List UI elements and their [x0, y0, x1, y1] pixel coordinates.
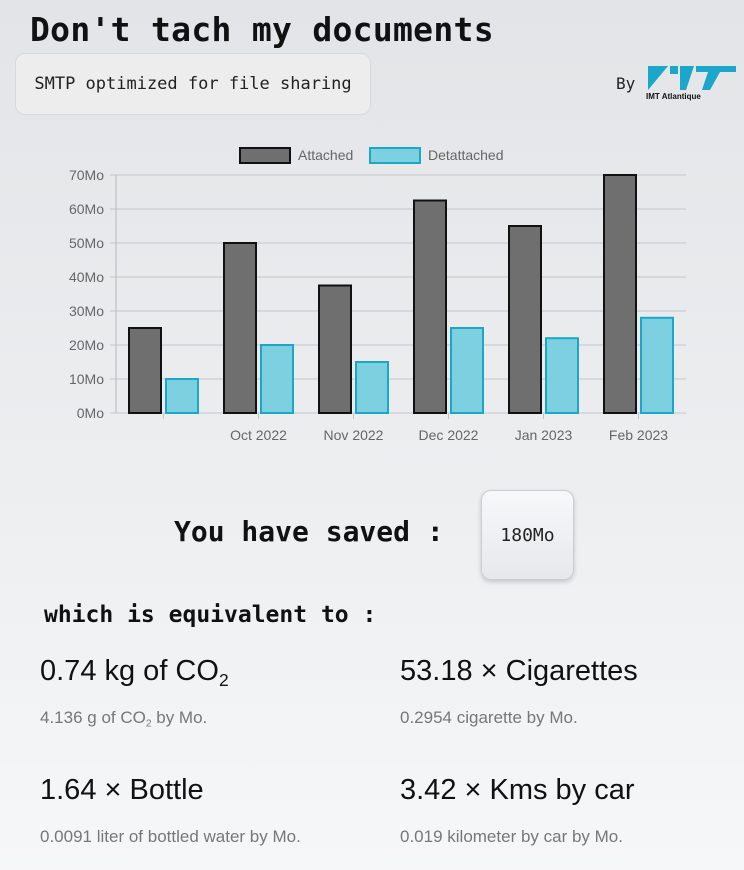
- x-tick-label: Feb 2023: [609, 427, 668, 443]
- x-tick-label: Nov 2022: [324, 427, 384, 443]
- x-tick-label: Dec 2022: [419, 427, 479, 443]
- y-tick-label: 0Mo: [77, 405, 104, 421]
- bar-attached: [223, 242, 257, 414]
- co2-description: 4.136 g of CO2 by Mo.: [40, 708, 208, 730]
- bottle-value: 1.64 × Bottle: [40, 774, 204, 806]
- subtitle-badge: SMTP optimized for file sharing: [15, 53, 371, 115]
- y-tick-label: 60Mo: [69, 201, 104, 217]
- cigarettes-description: 0.2954 cigarette by Mo.: [400, 708, 578, 727]
- bar-attached: [318, 284, 352, 414]
- legend-label-detattached: Detattached: [428, 147, 504, 163]
- x-tick-label: Jan 2023: [515, 427, 573, 443]
- x-tick-label: Oct 2022: [230, 427, 287, 443]
- y-tick-label: 40Mo: [69, 269, 104, 285]
- bar-detattached: [450, 327, 484, 414]
- legend-swatch-attached: [239, 147, 291, 164]
- y-tick-label: 30Mo: [69, 303, 104, 319]
- car-description: 0.019 kilometer by car by Mo.: [400, 827, 623, 846]
- saved-label: You have saved :: [174, 515, 444, 548]
- bar-detattached: [355, 361, 389, 414]
- bar-detattached: [545, 337, 579, 414]
- saved-value-box: 180Mo: [481, 490, 574, 580]
- bar-attached: [603, 174, 637, 414]
- bottle-description: 0.0091 liter of bottled water by Mo.: [40, 827, 301, 846]
- y-tick-label: 20Mo: [69, 337, 104, 353]
- bar-detattached: [165, 378, 199, 414]
- page-title: Don't tach my documents: [30, 10, 494, 49]
- y-tick-label: 10Mo: [69, 371, 104, 387]
- legend-label-attached: Attached: [298, 147, 353, 163]
- bar-detattached: [260, 344, 294, 414]
- equivalent-label: which is equivalent to :: [44, 602, 377, 628]
- by-label: By: [616, 74, 636, 93]
- cigarettes-value: 53.18 × Cigarettes: [400, 655, 638, 687]
- y-tick-label: 50Mo: [69, 235, 104, 251]
- co2-value: 0.74 kg of CO2: [40, 655, 229, 691]
- monthly-attachment-chart: 0Mo 10Mo 20Mo 30Mo 40Mo 50Mo 60Mo 70Mo Oct 2022 N…: [69, 147, 686, 443]
- logo-text: IMT Atlantique: [646, 92, 701, 101]
- legend-swatch-detattached: [369, 147, 421, 164]
- bar-attached: [413, 199, 447, 414]
- car-value: 3.42 × Kms by car: [400, 774, 635, 806]
- bar-attached: [128, 327, 162, 414]
- bar-detattached: [640, 316, 674, 414]
- bar-attached: [508, 225, 542, 414]
- y-tick-label: 70Mo: [69, 167, 104, 183]
